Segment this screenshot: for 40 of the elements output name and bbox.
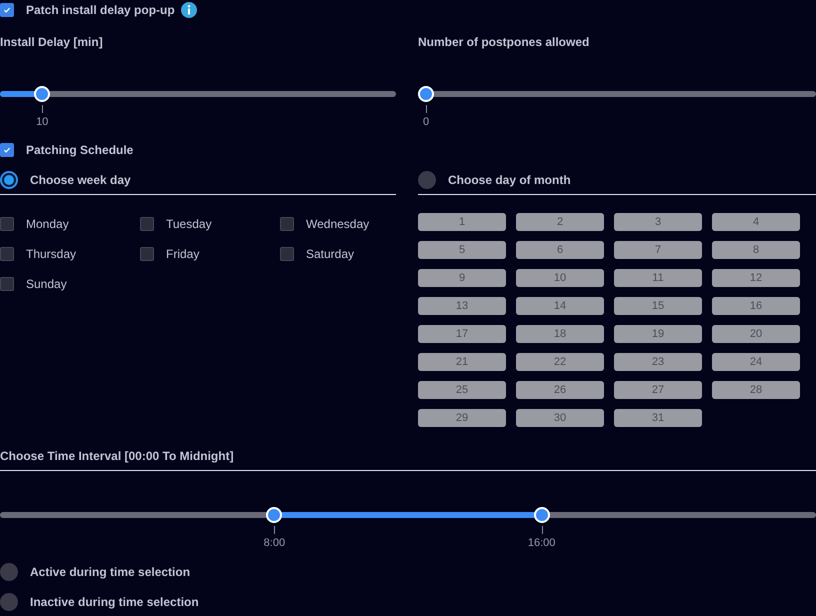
checkbox[interactable]: [0, 143, 14, 157]
checkbox[interactable]: [280, 247, 294, 261]
slider-title: Number of postpones allowed: [418, 34, 590, 50]
slider-title: Install Delay [min]: [0, 34, 104, 50]
radio-button[interactable]: [0, 593, 18, 611]
section-title: Choose Time Interval [00:00 To Midnight]: [0, 448, 816, 471]
slider-thumb[interactable]: [534, 507, 550, 523]
checkbox-label: Saturday: [306, 247, 354, 261]
slider[interactable]: [418, 86, 816, 102]
radio-label: Choose week day: [30, 173, 131, 187]
slider[interactable]: [0, 507, 816, 523]
slider-value: 8:00: [264, 537, 286, 549]
slider-thumb[interactable]: [266, 507, 282, 523]
checkbox-label: Patching Schedule: [26, 143, 134, 157]
slider-thumb[interactable]: [418, 86, 434, 102]
slider[interactable]: [0, 86, 396, 102]
slider-thumb[interactable]: [34, 86, 50, 102]
slider-value: 0: [422, 116, 430, 128]
checkbox[interactable]: [0, 247, 14, 261]
checkbox-label: Thursday: [26, 247, 76, 261]
checkbox[interactable]: [140, 247, 154, 261]
info-icon[interactable]: [180, 2, 197, 18]
radio-label: Inactive during time selection: [30, 595, 199, 609]
checkbox-label: Monday: [26, 217, 69, 231]
radio-button[interactable]: [0, 563, 18, 581]
slider-value: 10: [36, 116, 48, 128]
slider-value: 16:00: [528, 537, 556, 549]
checkbox-label: Friday: [166, 247, 200, 261]
checkbox[interactable]: [0, 217, 14, 231]
checkbox[interactable]: [0, 277, 14, 291]
checkbox-label: Sunday: [26, 277, 67, 291]
checkbox[interactable]: [0, 3, 14, 17]
checkbox[interactable]: [140, 217, 154, 231]
checkbox-label: Wednesday: [306, 217, 370, 231]
checkbox[interactable]: [280, 217, 294, 231]
radio-label: Active during time selection: [30, 565, 190, 579]
checkbox-label: Tuesday: [166, 217, 212, 231]
radio-button[interactable]: [0, 171, 18, 189]
checkbox-label: Patch install delay pop-up: [26, 3, 175, 17]
radio-label: Choose day of month: [448, 173, 571, 187]
